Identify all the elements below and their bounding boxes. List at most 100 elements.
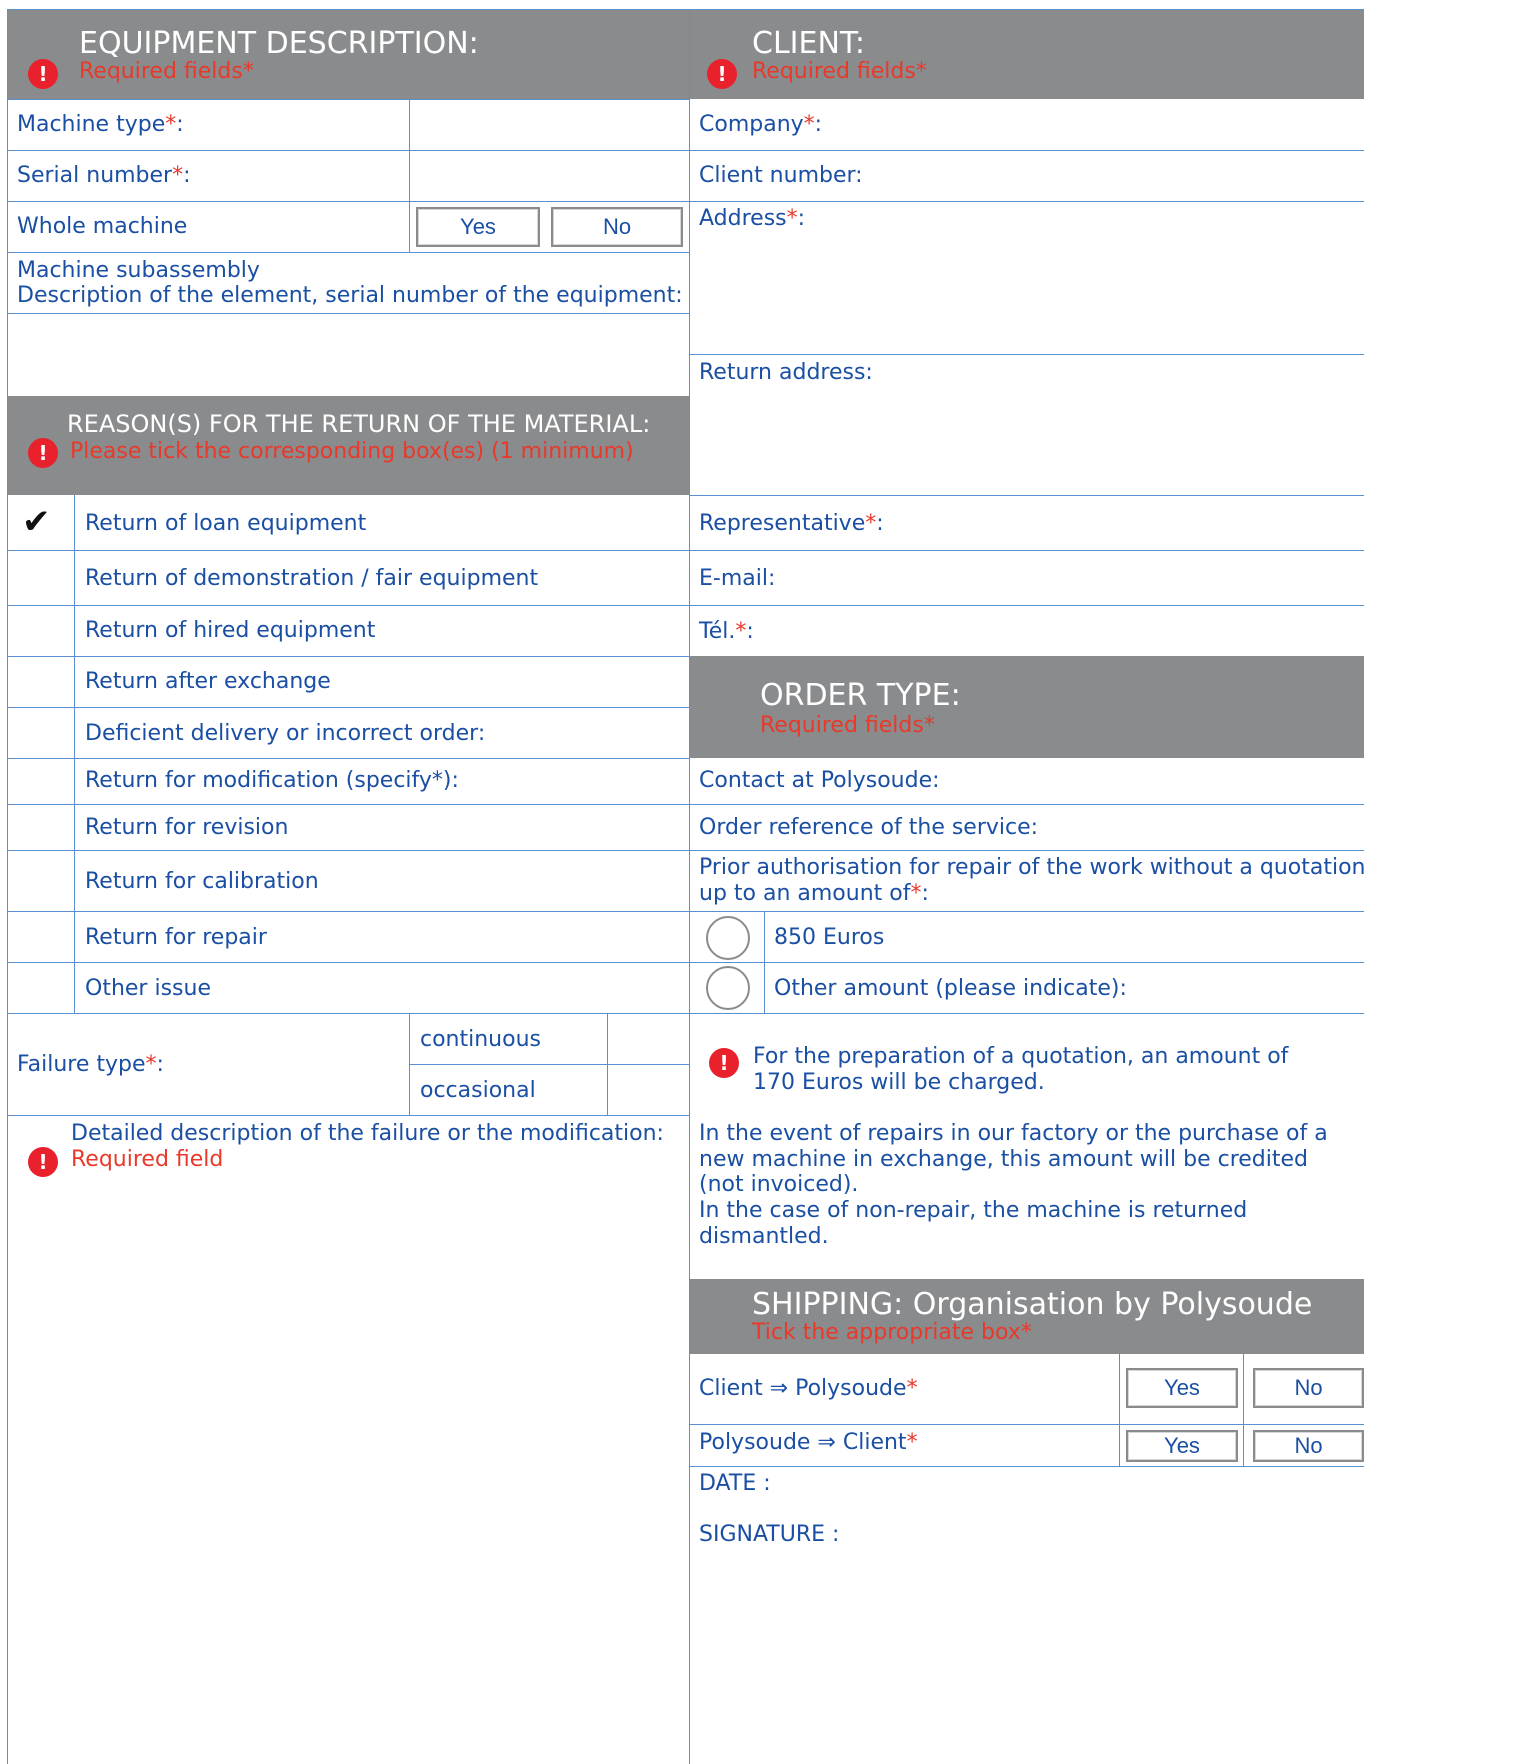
rule [8,962,689,963]
reason-checkbox-other[interactable] [8,963,74,1013]
order-reference-field[interactable] [1040,805,1364,850]
date-field[interactable] [780,1467,1364,1513]
prior-authorisation-amount-label: up to an amount of*: [699,881,929,906]
reasons-instruction: Please tick the corresponding box(es) (1… [70,439,634,464]
serial-number-field[interactable] [410,151,689,201]
address-field[interactable] [690,236,1364,354]
rule [8,707,689,708]
reason-label: Return of hired equipment [85,618,376,643]
reason-label: Return of loan equipment [85,511,367,536]
date-label: DATE : [699,1471,771,1496]
rule [8,252,689,253]
amount-850-label: 850 Euros [774,925,885,950]
client-to-polysoude-no-button[interactable]: No [1253,1368,1364,1408]
subassembly-field[interactable] [8,314,689,396]
rule [409,1013,410,1115]
address-label: Address*: [699,206,806,231]
reason-checkbox-repair[interactable] [8,912,74,962]
return-address-field[interactable] [690,390,1364,495]
rule [1243,1354,1244,1466]
whole-machine-yes-button[interactable]: Yes [416,207,540,247]
failure-detail-field[interactable] [8,1180,689,1764]
failure-continuous-checkbox[interactable] [608,1014,689,1064]
order-reference-label: Order reference of the service: [699,815,1039,840]
representative-label: Representative*: [699,511,884,536]
amount-other-field[interactable] [1125,963,1364,1013]
shipping-title: SHIPPING: Organisation by Polysoude [752,1287,1313,1322]
reason-checkbox-demo[interactable] [8,551,74,605]
reason-checkbox-revision[interactable] [8,805,74,850]
client-header: CLIENT: ! Required fields* [690,10,1364,99]
machine-type-label: Machine type*: [17,112,184,137]
polysoude-to-client-yes-button[interactable]: Yes [1126,1430,1238,1462]
rule [8,758,689,759]
rule [8,911,689,912]
reason-label: Deficient delivery or incorrect order: [85,721,486,746]
warning-icon: ! [28,59,58,89]
equipment-header: EQUIPMENT DESCRIPTION: ! Required fields… [8,10,689,99]
equipment-required-note: Required fields* [79,59,254,84]
failure-detail-label: Detailed description of the failure or t… [71,1121,664,1146]
machine-type-field[interactable] [410,100,689,150]
rule [690,911,1364,912]
reason-checkbox-modification[interactable] [8,759,74,804]
rule [764,911,765,1013]
reasons-header: REASON(S) FOR THE RETURN OF THE MATERIAL… [8,396,689,495]
rule [8,850,689,851]
warning-icon: ! [709,1048,739,1078]
rule [8,1115,689,1116]
contact-label: Contact at Polysoude: [699,768,940,793]
amount-other-radio[interactable] [706,966,750,1010]
rule [690,201,1364,202]
reason-label: Return after exchange [85,669,331,694]
order-header: ORDER TYPE: Required fields* [690,656,1364,758]
whole-machine-label: Whole machine [17,214,188,239]
reason-label: Return of demonstration / fair equipment [85,566,539,591]
company-label: Company*: [699,112,823,137]
reason-checkbox-hired[interactable] [8,606,74,656]
rule [690,850,1364,851]
company-field[interactable] [840,100,1364,150]
client-number-label: Client number: [699,163,863,188]
reason-checkbox-calibration[interactable] [8,851,74,911]
representative-field[interactable] [890,496,1364,550]
failure-continuous-label: continuous [420,1027,541,1052]
rule [690,1013,1364,1014]
whole-machine-no-button[interactable]: No [551,207,683,247]
warning-icon: ! [28,1147,58,1177]
client-required-note: Required fields* [752,59,927,84]
credit-note-line: new machine in exchange, this amount wil… [699,1147,1309,1172]
quotation-note-line2: 170 Euros will be charged. [753,1070,1045,1095]
reason-checkbox-deficient[interactable] [8,708,74,758]
failure-occasional-checkbox[interactable] [608,1065,689,1115]
order-title: ORDER TYPE: [760,678,961,713]
check-mark-icon: ✔ [22,502,51,542]
reason-label: Return for calibration [85,869,319,894]
credit-note-line: In the case of non-repair, the machine i… [699,1198,1248,1223]
polysoude-to-client-label: Polysoude ⇒ Client* [699,1430,918,1455]
client-title: CLIENT: [752,26,866,61]
contact-field[interactable] [940,759,1364,804]
reason-label: Return for repair [85,925,267,950]
rule [8,201,689,202]
tel-field[interactable] [770,606,1364,656]
email-field[interactable] [790,551,1364,605]
credit-note-line: (not invoiced). [699,1172,859,1197]
reason-label: Return for modification (specify*): [85,768,459,793]
reason-checkbox-exchange[interactable] [8,657,74,707]
subassembly-description-label: Description of the element, serial numbe… [17,283,683,308]
signature-label: SIGNATURE : [699,1522,840,1547]
equipment-title: EQUIPMENT DESCRIPTION: [79,26,479,61]
subassembly-label: Machine subassembly [17,258,260,283]
rule [8,605,689,606]
client-to-polysoude-yes-button[interactable]: Yes [1126,1368,1238,1408]
signature-field[interactable] [850,1514,1364,1764]
polysoude-to-client-no-button[interactable]: No [1253,1430,1364,1462]
reasons-title: REASON(S) FOR THE RETURN OF THE MATERIAL… [67,410,651,438]
prior-authorisation-label: Prior authorisation for repair of the wo… [699,855,1366,880]
reason-checkbox-loan[interactable]: ✔ [8,496,74,550]
client-to-polysoude-label: Client ⇒ Polysoude* [699,1376,918,1401]
amount-850-radio[interactable] [706,916,750,960]
client-number-field[interactable] [870,151,1364,201]
order-required-note: Required fields* [760,713,935,738]
